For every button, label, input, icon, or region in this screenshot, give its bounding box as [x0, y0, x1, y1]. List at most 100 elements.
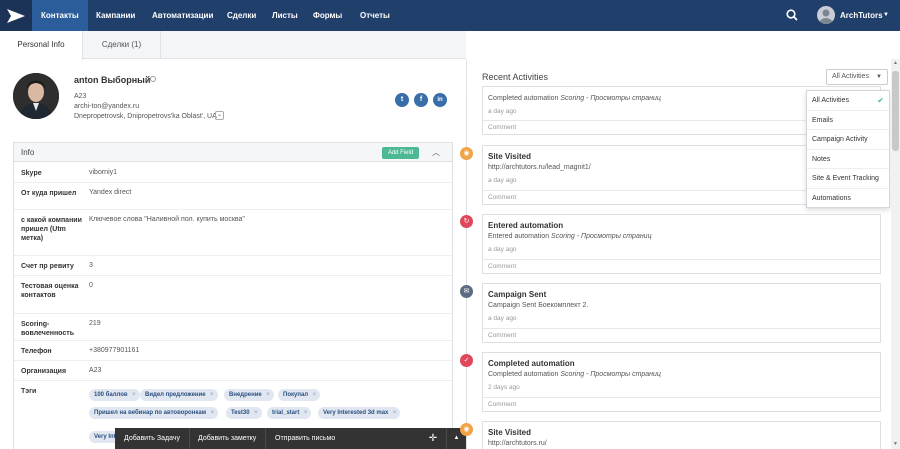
profile-tabs: Personal Info Сделки (1) — [0, 31, 466, 60]
activity-time: a day ago — [488, 177, 517, 184]
user-avatar[interactable] — [817, 6, 835, 24]
tag-chip[interactable]: Very Interested 3d max × — [318, 407, 401, 419]
activity-time: a day ago — [488, 108, 517, 115]
close-icon: × — [210, 392, 214, 398]
move-icon[interactable]: ✛ — [422, 428, 444, 449]
info-panel: Info Add Field ︿ Skype viborniy1 От куда… — [13, 142, 453, 449]
contact-location: Dnepropetrovsk, Dnipropetrovs'ka Oblast'… — [74, 113, 217, 120]
caret-down-icon: ▼ — [876, 74, 882, 80]
activity-card: Campaign Sent Campaign Sent Боекомплект … — [482, 283, 881, 343]
dropdown-option-campaign[interactable]: Campaign Activity — [807, 130, 889, 150]
user-name[interactable]: ArchTutors — [840, 0, 883, 31]
field-row: Телефон +380977901161 — [14, 341, 452, 361]
activity-title: Completed automation — [488, 359, 575, 368]
dropdown-option-automations[interactable]: Automations — [807, 189, 889, 209]
activity-title: Campaign Sent — [488, 290, 547, 299]
activity-filter-dropdown: All Activities ✔ Emails Campaign Activity… — [806, 90, 890, 208]
field-value[interactable]: Yandex direct — [89, 189, 131, 196]
activity-title: Entered automation — [488, 221, 564, 230]
tag-chip[interactable]: Внедрение × — [224, 389, 274, 401]
activity-link[interactable]: http://archtutors.ru/ — [488, 440, 547, 447]
chevron-up-icon[interactable]: ︿ — [428, 146, 444, 160]
field-label: Scoring- вовлеченность — [21, 321, 74, 337]
field-label: Тестовая оценка контактов — [21, 283, 79, 299]
comment-input[interactable]: Comment — [483, 328, 880, 342]
dropdown-option-site-tracking[interactable]: Site & Event Tracking — [807, 169, 889, 189]
nav-item-contacts[interactable]: Контакты — [32, 0, 88, 31]
field-row: Skype viborniy1 — [14, 163, 452, 183]
nav-item-automations[interactable]: Автоматизации — [143, 0, 222, 31]
field-value[interactable]: viborniy1 — [89, 169, 117, 176]
add-field-button[interactable]: Add Field — [382, 147, 419, 159]
field-value[interactable]: Ключевое слова "Наливной пол. купить мос… — [89, 216, 245, 223]
check-icon: ✔ — [877, 96, 884, 105]
tag-chip[interactable]: Пришел на вебинар по автоворонкам × — [89, 407, 219, 419]
close-icon: × — [132, 392, 136, 398]
timeline-line — [466, 90, 467, 449]
comment-input[interactable]: Comment — [483, 397, 880, 411]
field-label: Счет пр ревиту — [21, 263, 74, 270]
twitter-icon[interactable]: t — [395, 93, 409, 107]
add-task-button[interactable]: Добавить Задачу — [115, 428, 190, 449]
activity-time: a day ago — [488, 246, 517, 253]
scrollbar-thumb[interactable] — [892, 71, 899, 151]
nav-item-forms[interactable]: Формы — [304, 0, 351, 31]
tab-personal-info[interactable]: Personal Info — [0, 31, 83, 60]
envelope-icon: ✉ — [460, 285, 473, 298]
field-value[interactable]: 0 — [89, 282, 93, 289]
contact-email[interactable]: archi-ton@yandex.ru — [74, 103, 139, 110]
field-value[interactable]: +380977901161 — [89, 347, 139, 354]
field-row: Организация A23 — [14, 361, 452, 381]
add-note-button[interactable]: Добавить заметку — [189, 428, 267, 449]
field-row: Scoring- вовлеченность 219 — [14, 314, 452, 341]
field-row: От куда пришел Yandex direct — [14, 183, 452, 210]
activity-description: Completed automation Scoring - Просмотры… — [488, 95, 661, 102]
tag-chip[interactable]: Видел предложение × — [140, 389, 218, 401]
logo-icon[interactable] — [0, 0, 32, 31]
field-row: Счет пр ревиту 3 — [14, 256, 452, 276]
nav-item-campaigns[interactable]: Кампании — [87, 0, 144, 31]
caret-down-icon[interactable]: ▼ — [883, 0, 889, 31]
field-value[interactable]: 3 — [89, 262, 93, 269]
recent-activities-title: Recent Activities — [482, 72, 549, 82]
activity-time: a day ago — [488, 315, 517, 322]
comment-input[interactable]: Comment — [483, 259, 880, 273]
field-value[interactable]: A23 — [89, 367, 101, 374]
field-value[interactable]: 219 — [89, 320, 101, 327]
scrollbar[interactable]: ▲ ▼ — [891, 59, 900, 449]
close-icon: × — [210, 410, 215, 416]
tab-deals[interactable]: Сделки (1) — [83, 31, 161, 59]
tag-chip[interactable]: Test30 × — [226, 407, 262, 419]
send-email-button[interactable]: Отправить письмо — [266, 428, 344, 449]
nav-item-reports[interactable]: Отчеты — [351, 0, 399, 31]
automation-complete-icon: ✓ — [460, 354, 473, 367]
dropdown-option-emails[interactable]: Emails — [807, 111, 889, 130]
activity-filter-select[interactable]: All Activities ▼ — [826, 69, 888, 85]
filter-label: All Activities — [832, 73, 869, 80]
field-label: Skype — [21, 170, 42, 177]
dropdown-option-all[interactable]: All Activities ✔ — [807, 91, 889, 111]
contact-name: anton Выборный — [74, 75, 151, 85]
tag-chip[interactable]: trial_start × — [267, 407, 312, 419]
search-icon[interactable] — [786, 9, 798, 23]
nav-item-lists[interactable]: Листы — [263, 0, 307, 31]
field-label: Тэги — [21, 388, 37, 395]
tag-chip[interactable]: 100 баллов × — [89, 389, 140, 401]
automation-icon: ↻ — [460, 215, 473, 228]
activity-time: 2 days ago — [488, 384, 520, 391]
scroll-up-icon[interactable]: ▲ — [891, 59, 900, 68]
dropdown-option-notes[interactable]: Notes — [807, 150, 889, 169]
facebook-icon[interactable]: f — [414, 93, 428, 107]
activity-card: Completed automation Completed automatio… — [482, 352, 881, 412]
linkedin-icon[interactable]: in — [433, 93, 447, 107]
top-navigation: Контакты Кампании Автоматизации Сделки Л… — [0, 0, 900, 31]
close-icon: × — [303, 410, 308, 416]
tag-chip[interactable]: Покупал × — [278, 389, 321, 401]
settings-icon[interactable] — [150, 76, 156, 82]
activity-link[interactable]: http://archtutors.ru/lead_magnit1/ — [488, 164, 591, 171]
nav-item-deals[interactable]: Сделки — [218, 0, 265, 31]
activity-card: Site Visited http://archtutors.ru/ — [482, 421, 881, 449]
scroll-down-icon[interactable]: ▼ — [891, 440, 900, 449]
chevron-down-icon[interactable]: ⌄ — [215, 111, 224, 120]
action-bar: Добавить Задачу Добавить заметку Отправи… — [115, 428, 466, 449]
